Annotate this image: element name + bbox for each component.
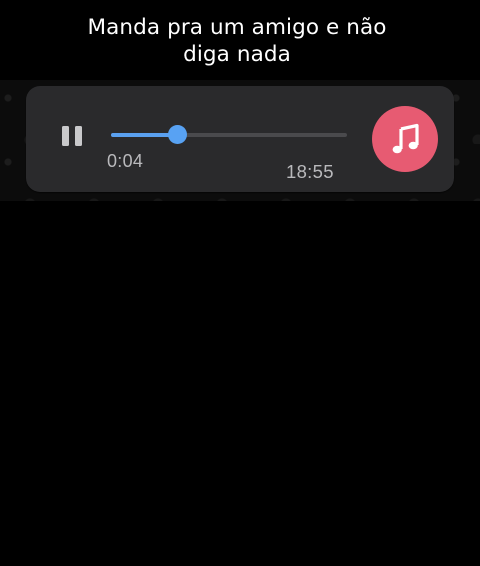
message-timestamp: 18:55 [286,161,334,182]
caption-line-2: diga nada [183,42,291,67]
music-avatar[interactable] [372,106,438,172]
caption-line-1: Manda pra um amigo e não [87,15,387,40]
pause-icon [62,126,69,146]
music-note-icon [392,123,419,154]
elapsed-time: 0:04 [107,151,144,171]
voice-message-bubble: 0:04 18:55 [26,86,454,192]
pause-button[interactable] [61,126,85,148]
meme-caption: Manda pra um amigo e não diga nada [0,14,474,68]
audio-progress-track[interactable] [111,125,347,144]
audio-scrubber-handle[interactable] [167,125,187,144]
